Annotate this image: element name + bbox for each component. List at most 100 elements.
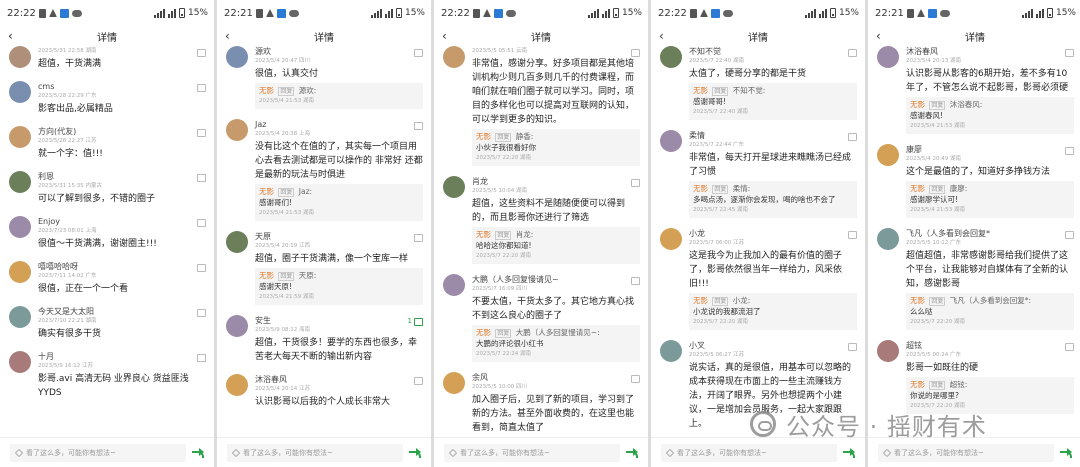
commenter-name[interactable]: 源欢 [255,46,423,57]
commenter-name[interactable]: 利恩 [38,171,206,182]
like-icon[interactable] [848,343,857,351]
commenter-name[interactable]: Jaz [255,119,423,130]
reply-target[interactable]: 飞凡（人多看到会回复*: [950,296,1031,305]
commenter-name[interactable]: 超铉 [906,340,1074,351]
reply-author[interactable]: 无影 [693,86,708,95]
like-icon[interactable] [1065,343,1074,351]
avatar[interactable] [877,340,899,362]
like-icon[interactable] [414,234,423,242]
reply-author[interactable]: 无影 [259,187,274,196]
avatar[interactable] [660,340,682,362]
like-icon[interactable] [414,318,423,326]
like-icon[interactable] [848,133,857,141]
avatar[interactable] [9,216,31,238]
like-icon[interactable] [414,49,423,57]
comment-list[interactable]: 不知不觉 2023/5/7 22:40 湖南 太值了，硬哥分享的都是干货 无影 … [651,46,865,437]
reply-author[interactable]: 无影 [910,100,925,109]
back-icon[interactable]: ‹ [225,29,230,43]
back-icon[interactable]: ‹ [659,29,664,43]
comment-input[interactable]: 看了这么多，可能你有想法~ [661,443,837,462]
avatar[interactable] [9,351,31,373]
comment-list[interactable]: 源欢 2023/5/4 20:47 四川 很值，认真交付 无影 回复 源欢: 2… [217,46,431,437]
avatar[interactable] [660,130,682,152]
avatar[interactable] [660,228,682,250]
like-icon[interactable] [1065,49,1074,57]
commenter-name[interactable]: 嘻嘻哈哈呀 [38,261,206,272]
like-icon[interactable] [197,174,206,182]
avatar[interactable] [9,261,31,283]
reply-author[interactable]: 无影 [693,184,708,193]
comment-input[interactable]: 看了这么多，可能你有想法~ [227,443,403,462]
like-icon[interactable] [197,84,206,92]
comment-list[interactable]: 2023/5/31 22:58 湖南 超值，干货满满 cms 2023/5/28… [0,46,214,437]
avatar[interactable] [226,231,248,253]
reply-author[interactable]: 无影 [476,328,491,337]
share-icon[interactable] [843,447,855,458]
reply-author[interactable]: 无影 [259,86,274,95]
avatar[interactable] [226,374,248,396]
avatar[interactable] [9,81,31,103]
like-icon[interactable] [197,219,206,227]
commenter-name[interactable]: 小叉 [689,340,857,351]
commenter-name[interactable]: Enjoy [38,216,206,227]
reply-target[interactable]: 大鹏（人多回复慢请见~: [516,328,600,337]
share-icon[interactable] [626,447,638,458]
commenter-name[interactable]: 康廖 [906,144,1074,155]
like-icon[interactable] [414,122,423,130]
like-icon[interactable] [631,49,640,57]
reply-author[interactable]: 无影 [259,271,274,280]
avatar[interactable] [9,171,31,193]
reply-target[interactable]: 小龙: [733,296,751,305]
comment-input[interactable]: 看了这么多，可能你有想法~ [444,443,620,462]
reply-author[interactable]: 无影 [910,184,925,193]
reply-target[interactable]: 超铉: [950,380,968,389]
commenter-name[interactable]: 柔情 [689,130,857,141]
comment-list[interactable]: 沐浴春风 2023/5/4 20:13 湖南 认识影哥从影客的6期开始，差不多有… [868,46,1080,437]
back-icon[interactable]: ‹ [442,29,447,43]
reply-target[interactable]: 源欢: [299,86,317,95]
commenter-name[interactable]: 今天又是大太阳 [38,306,206,317]
reply-author[interactable]: 无影 [693,296,708,305]
share-icon[interactable] [1060,447,1072,458]
like-icon[interactable] [1065,147,1074,155]
like-icon[interactable] [197,129,206,137]
avatar[interactable] [443,46,465,68]
avatar[interactable] [660,46,682,68]
reply-target[interactable]: 静香: [516,132,534,141]
like-icon[interactable] [197,49,206,57]
commenter-name[interactable]: 余风 [472,372,640,383]
like-icon[interactable] [631,375,640,383]
avatar[interactable] [9,306,31,328]
commenter-name[interactable]: 沐浴春风 [906,46,1074,57]
avatar[interactable] [443,176,465,198]
avatar[interactable] [877,46,899,68]
like-icon[interactable] [414,377,423,385]
commenter-name[interactable]: 大鹏（人多回复慢请见~ [472,274,640,285]
reply-author[interactable]: 无影 [910,380,925,389]
like-icon[interactable] [197,309,206,317]
reply-target[interactable]: 康廖: [950,184,968,193]
like-icon[interactable] [848,231,857,239]
like-icon[interactable] [631,179,640,187]
reply-author[interactable]: 无影 [476,230,491,239]
like-icon[interactable] [197,264,206,272]
like-icon[interactable] [1065,231,1074,239]
reply-author[interactable]: 无影 [910,296,925,305]
share-icon[interactable] [409,447,421,458]
reply-target[interactable]: 不知不觉: [733,86,766,95]
like-icon[interactable] [848,49,857,57]
avatar[interactable] [877,228,899,250]
avatar[interactable] [443,372,465,394]
reply-target[interactable]: Jaz: [299,187,312,196]
back-icon[interactable]: ‹ [876,29,881,43]
commenter-name[interactable]: 不知不觉 [689,46,857,57]
avatar[interactable] [9,126,31,148]
commenter-name[interactable]: 安生 [255,315,423,326]
reply-target[interactable]: 天原: [299,271,317,280]
comment-input[interactable]: 看了这么多，可能你有想法~ [878,443,1054,462]
avatar[interactable] [226,315,248,337]
like-icon[interactable] [197,354,206,362]
commenter-name[interactable]: 天原 [255,231,423,242]
commenter-name[interactable]: 飞凡（人多看到会回复* [906,228,1074,239]
avatar[interactable] [877,144,899,166]
